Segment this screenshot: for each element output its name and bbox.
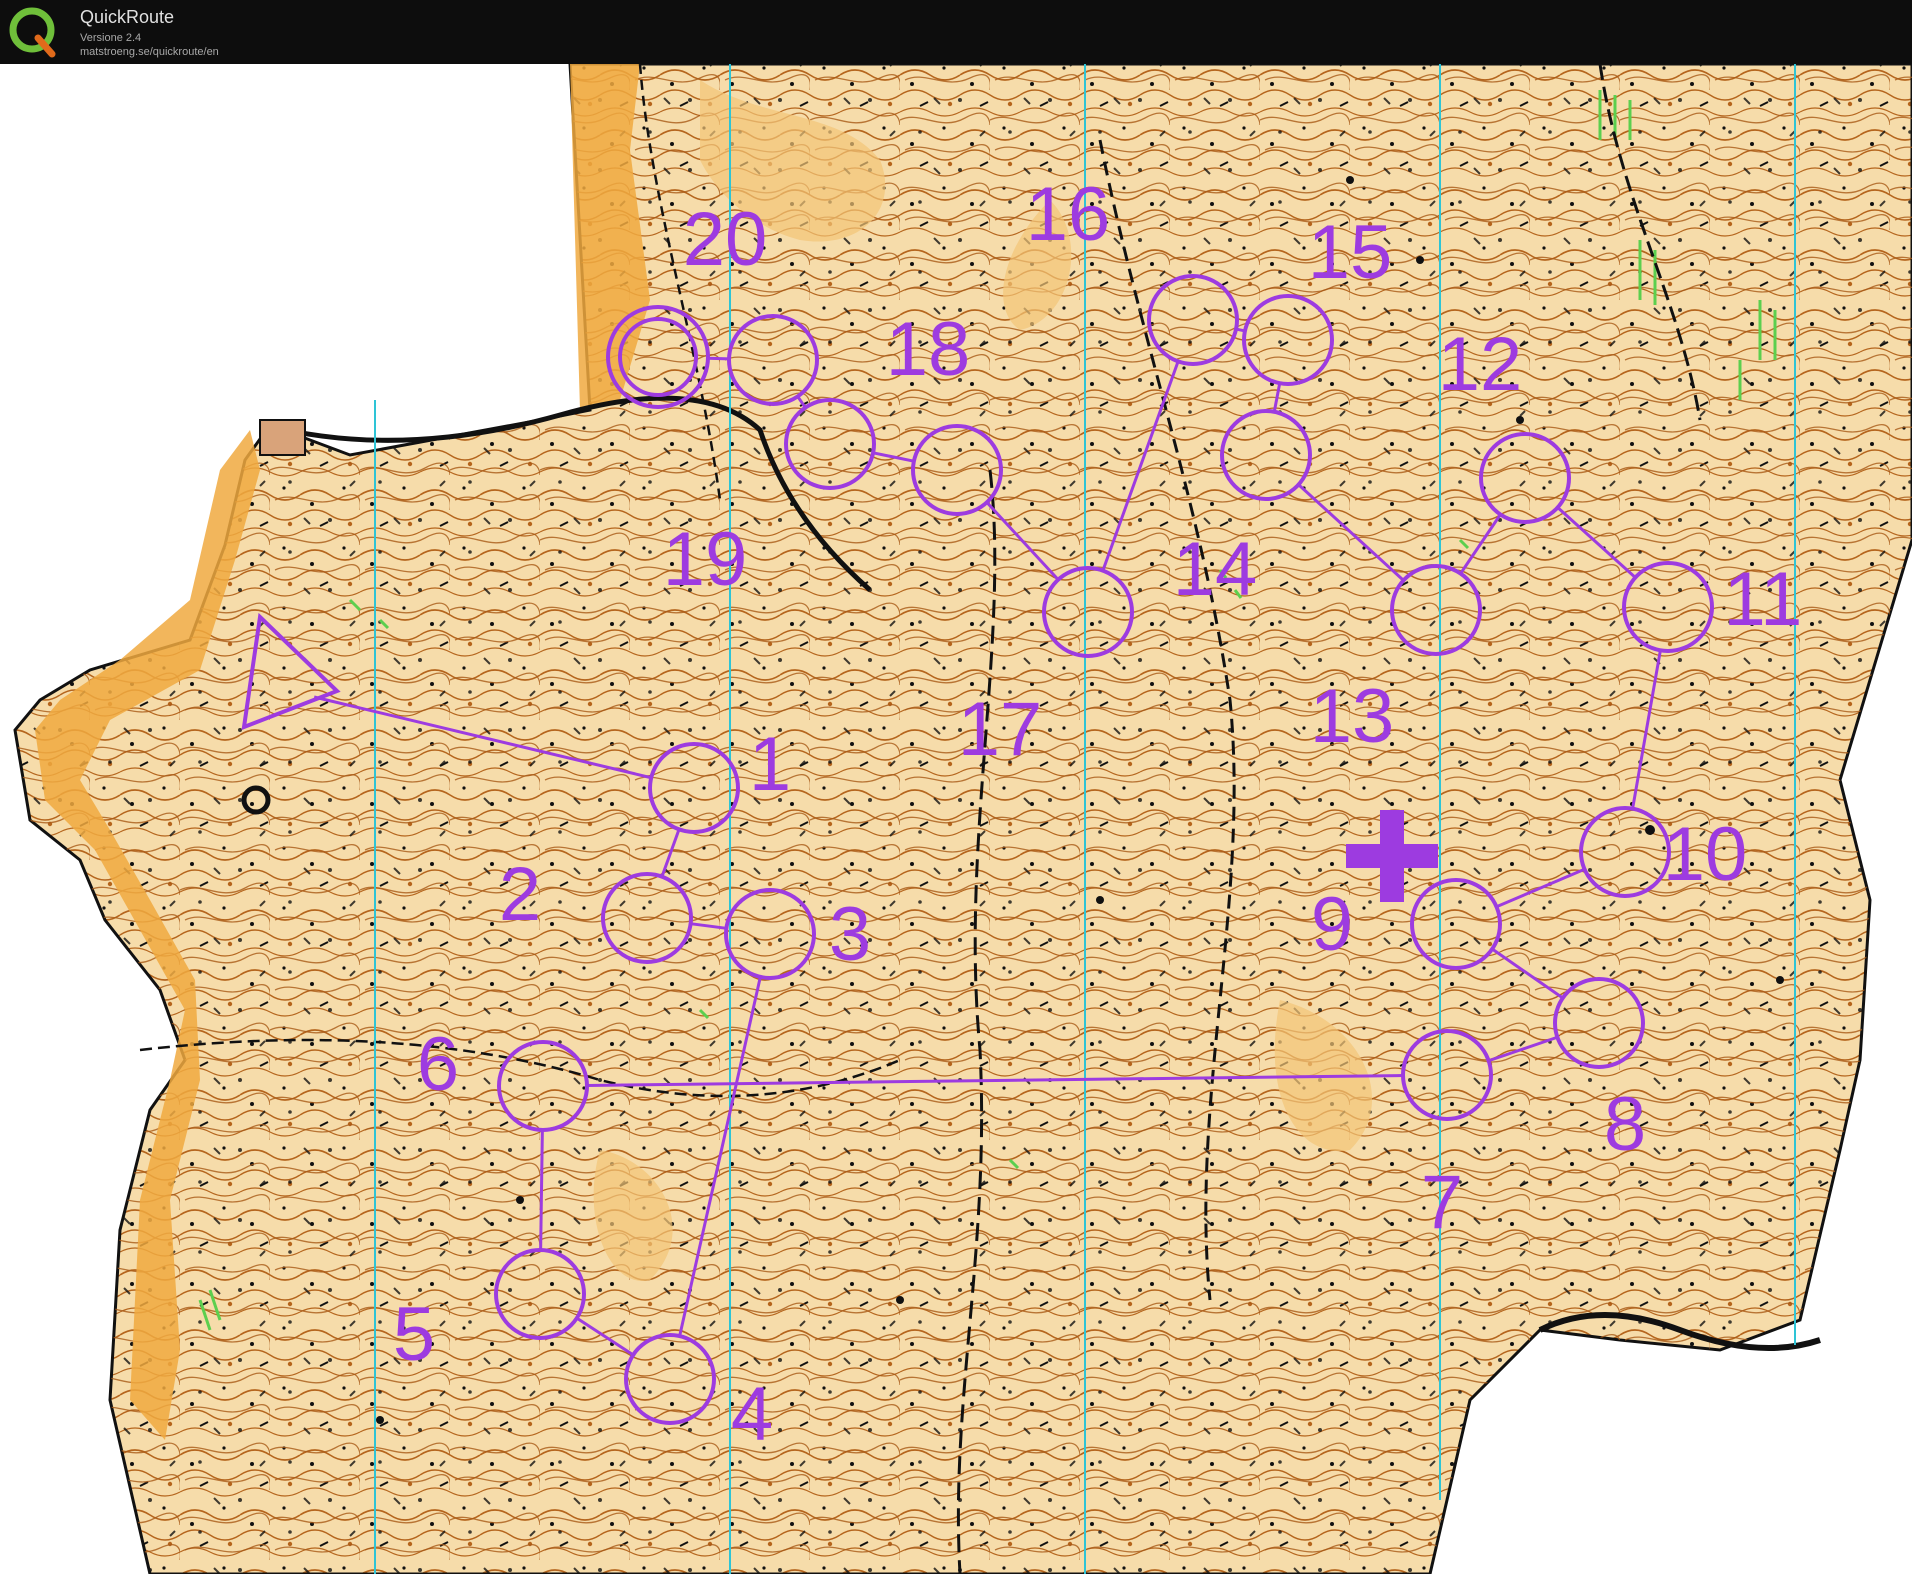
control-number-19: 19 (663, 517, 748, 602)
control-number-17: 17 (958, 687, 1043, 772)
control-number-9: 9 (1311, 882, 1353, 967)
quickroute-logo-icon (9, 7, 56, 58)
control-number-10: 10 (1663, 812, 1748, 897)
orienteering-map[interactable]: 1 2 3 4 5 6 7 8 9 10 11 12 13 14 15 16 17 18 19 20 (0, 62, 1912, 1576)
app-url[interactable]: matstroeng.se/quickroute/en (80, 46, 219, 58)
control-number-13: 13 (1310, 674, 1395, 759)
title-bar: QuickRoute Versione 2.4 matstroeng.se/qu… (0, 0, 1912, 64)
control-number-2: 2 (499, 852, 541, 937)
map-canvas[interactable]: 12 34567891011121314151617181920 (0, 62, 1912, 1576)
app-version: Versione 2.4 (80, 32, 142, 44)
control-number-6: 6 (417, 1022, 459, 1107)
app-title: QuickRoute (80, 7, 175, 27)
control-number-16: 16 (1026, 172, 1111, 257)
control-number-12: 12 (1438, 322, 1523, 407)
control-number-14: 14 (1173, 527, 1258, 612)
control-number-3: 3 (829, 892, 871, 977)
course-leg-20-finish (707, 356, 730, 361)
control-number-8: 8 (1604, 1082, 1646, 1167)
course-leg-5-6 (539, 1129, 544, 1251)
control-number-4: 4 (731, 1372, 773, 1457)
control-number-18: 18 (886, 307, 971, 392)
control-number-1: 1 (749, 722, 791, 807)
control-number-15: 15 (1308, 210, 1393, 295)
control-number-20: 20 (683, 197, 768, 282)
control-number-5: 5 (393, 1292, 435, 1377)
control-number-11: 11 (1724, 557, 1803, 642)
control-number-7: 7 (1421, 1160, 1463, 1245)
